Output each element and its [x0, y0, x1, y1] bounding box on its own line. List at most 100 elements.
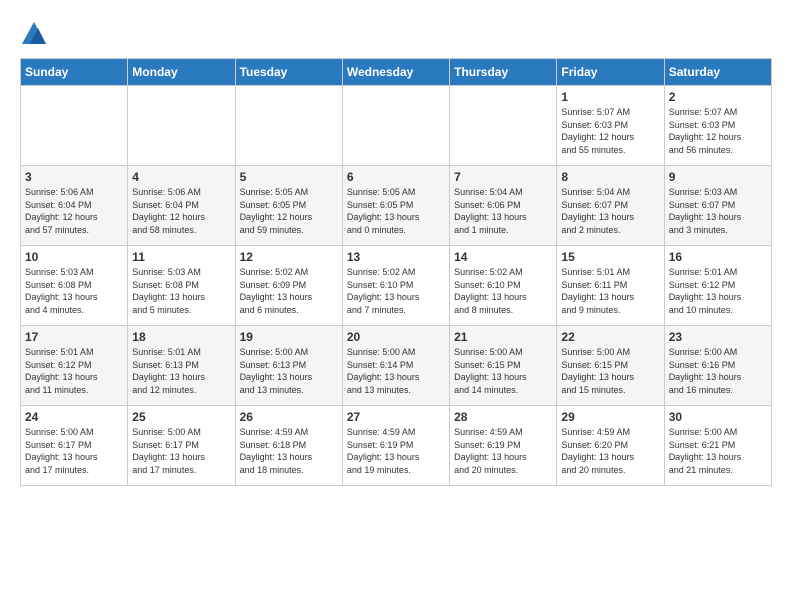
day-info: Sunrise: 5:06 AM Sunset: 6:04 PM Dayligh…	[132, 186, 230, 236]
logo	[20, 20, 52, 48]
day-info: Sunrise: 5:01 AM Sunset: 6:12 PM Dayligh…	[669, 266, 767, 316]
day-info: Sunrise: 5:00 AM Sunset: 6:13 PM Dayligh…	[240, 346, 338, 396]
day-info: Sunrise: 5:02 AM Sunset: 6:09 PM Dayligh…	[240, 266, 338, 316]
day-info: Sunrise: 4:59 AM Sunset: 6:20 PM Dayligh…	[561, 426, 659, 476]
day-number: 5	[240, 170, 338, 184]
header-tuesday: Tuesday	[235, 59, 342, 86]
day-number: 30	[669, 410, 767, 424]
calendar-cell: 21 Sunrise: 5:00 AM Sunset: 6:15 PM Dayli…	[450, 326, 557, 406]
calendar-cell: 10 Sunrise: 5:03 AM Sunset: 6:08 PM Dayli…	[21, 246, 128, 326]
header-wednesday: Wednesday	[342, 59, 449, 86]
calendar-cell	[342, 86, 449, 166]
calendar-cell: 25 Sunrise: 5:00 AM Sunset: 6:17 PM Dayli…	[128, 406, 235, 486]
day-info: Sunrise: 5:00 AM Sunset: 6:17 PM Dayligh…	[25, 426, 123, 476]
calendar-cell: 28 Sunrise: 4:59 AM Sunset: 6:19 PM Dayli…	[450, 406, 557, 486]
day-number: 2	[669, 90, 767, 104]
day-info: Sunrise: 5:04 AM Sunset: 6:06 PM Dayligh…	[454, 186, 552, 236]
day-info: Sunrise: 5:00 AM Sunset: 6:21 PM Dayligh…	[669, 426, 767, 476]
calendar-cell: 22 Sunrise: 5:00 AM Sunset: 6:15 PM Dayli…	[557, 326, 664, 406]
day-number: 24	[25, 410, 123, 424]
header-saturday: Saturday	[664, 59, 771, 86]
calendar-cell: 8 Sunrise: 5:04 AM Sunset: 6:07 PM Daylig…	[557, 166, 664, 246]
day-number: 18	[132, 330, 230, 344]
day-info: Sunrise: 5:00 AM Sunset: 6:15 PM Dayligh…	[561, 346, 659, 396]
day-number: 9	[669, 170, 767, 184]
day-info: Sunrise: 5:00 AM Sunset: 6:15 PM Dayligh…	[454, 346, 552, 396]
day-number: 8	[561, 170, 659, 184]
day-info: Sunrise: 5:05 AM Sunset: 6:05 PM Dayligh…	[240, 186, 338, 236]
day-info: Sunrise: 4:59 AM Sunset: 6:19 PM Dayligh…	[347, 426, 445, 476]
day-info: Sunrise: 5:02 AM Sunset: 6:10 PM Dayligh…	[347, 266, 445, 316]
day-number: 11	[132, 250, 230, 264]
calendar-week-1: 1 Sunrise: 5:07 AM Sunset: 6:03 PM Daylig…	[21, 86, 772, 166]
day-number: 28	[454, 410, 552, 424]
day-number: 22	[561, 330, 659, 344]
calendar-cell: 14 Sunrise: 5:02 AM Sunset: 6:10 PM Dayli…	[450, 246, 557, 326]
day-number: 12	[240, 250, 338, 264]
calendar-cell: 9Sunrise: 5:03 AM Sunset: 6:07 PM Daylig…	[664, 166, 771, 246]
day-number: 19	[240, 330, 338, 344]
day-number: 20	[347, 330, 445, 344]
calendar-cell: 26 Sunrise: 4:59 AM Sunset: 6:18 PM Dayli…	[235, 406, 342, 486]
calendar-week-3: 10 Sunrise: 5:03 AM Sunset: 6:08 PM Dayli…	[21, 246, 772, 326]
day-info: Sunrise: 4:59 AM Sunset: 6:18 PM Dayligh…	[240, 426, 338, 476]
day-number: 1	[561, 90, 659, 104]
day-info: Sunrise: 5:01 AM Sunset: 6:11 PM Dayligh…	[561, 266, 659, 316]
calendar-table: SundayMondayTuesdayWednesdayThursdayFrid…	[20, 58, 772, 486]
day-info: Sunrise: 5:05 AM Sunset: 6:05 PM Dayligh…	[347, 186, 445, 236]
day-number: 16	[669, 250, 767, 264]
calendar-week-4: 17 Sunrise: 5:01 AM Sunset: 6:12 PM Dayli…	[21, 326, 772, 406]
day-info: Sunrise: 5:04 AM Sunset: 6:07 PM Dayligh…	[561, 186, 659, 236]
day-number: 27	[347, 410, 445, 424]
day-info: Sunrise: 5:03 AM Sunset: 6:08 PM Dayligh…	[25, 266, 123, 316]
calendar-cell: 6 Sunrise: 5:05 AM Sunset: 6:05 PM Daylig…	[342, 166, 449, 246]
calendar-header-row: SundayMondayTuesdayWednesdayThursdayFrid…	[21, 59, 772, 86]
day-number: 14	[454, 250, 552, 264]
day-number: 21	[454, 330, 552, 344]
calendar-week-5: 24 Sunrise: 5:00 AM Sunset: 6:17 PM Dayli…	[21, 406, 772, 486]
calendar-cell: 2 Sunrise: 5:07 AM Sunset: 6:03 PM Daylig…	[664, 86, 771, 166]
day-number: 26	[240, 410, 338, 424]
calendar-cell: 12 Sunrise: 5:02 AM Sunset: 6:09 PM Dayli…	[235, 246, 342, 326]
day-info: Sunrise: 5:02 AM Sunset: 6:10 PM Dayligh…	[454, 266, 552, 316]
day-number: 25	[132, 410, 230, 424]
header-thursday: Thursday	[450, 59, 557, 86]
day-info: Sunrise: 4:59 AM Sunset: 6:19 PM Dayligh…	[454, 426, 552, 476]
day-info: Sunrise: 5:00 AM Sunset: 6:17 PM Dayligh…	[132, 426, 230, 476]
calendar-cell: 27 Sunrise: 4:59 AM Sunset: 6:19 PM Dayli…	[342, 406, 449, 486]
day-number: 17	[25, 330, 123, 344]
calendar-cell: 3 Sunrise: 5:06 AM Sunset: 6:04 PM Daylig…	[21, 166, 128, 246]
day-number: 23	[669, 330, 767, 344]
day-info: Sunrise: 5:06 AM Sunset: 6:04 PM Dayligh…	[25, 186, 123, 236]
calendar-cell: 23Sunrise: 5:00 AM Sunset: 6:16 PM Dayli…	[664, 326, 771, 406]
calendar-cell: 11Sunrise: 5:03 AM Sunset: 6:08 PM Dayli…	[128, 246, 235, 326]
day-info: Sunrise: 5:00 AM Sunset: 6:14 PM Dayligh…	[347, 346, 445, 396]
day-number: 15	[561, 250, 659, 264]
calendar-week-2: 3 Sunrise: 5:06 AM Sunset: 6:04 PM Daylig…	[21, 166, 772, 246]
day-number: 13	[347, 250, 445, 264]
calendar-cell: 30 Sunrise: 5:00 AM Sunset: 6:21 PM Dayli…	[664, 406, 771, 486]
day-info: Sunrise: 5:01 AM Sunset: 6:12 PM Dayligh…	[25, 346, 123, 396]
day-info: Sunrise: 5:07 AM Sunset: 6:03 PM Dayligh…	[561, 106, 659, 156]
page-header	[20, 20, 772, 48]
calendar-cell: 20 Sunrise: 5:00 AM Sunset: 6:14 PM Dayli…	[342, 326, 449, 406]
calendar-cell: 13 Sunrise: 5:02 AM Sunset: 6:10 PM Dayli…	[342, 246, 449, 326]
calendar-cell: 7 Sunrise: 5:04 AM Sunset: 6:06 PM Daylig…	[450, 166, 557, 246]
calendar-cell	[450, 86, 557, 166]
day-number: 10	[25, 250, 123, 264]
calendar-cell	[235, 86, 342, 166]
day-number: 3	[25, 170, 123, 184]
day-number: 6	[347, 170, 445, 184]
day-info: Sunrise: 5:01 AM Sunset: 6:13 PM Dayligh…	[132, 346, 230, 396]
calendar-cell: 24 Sunrise: 5:00 AM Sunset: 6:17 PM Dayli…	[21, 406, 128, 486]
day-info: Sunrise: 5:07 AM Sunset: 6:03 PM Dayligh…	[669, 106, 767, 156]
header-monday: Monday	[128, 59, 235, 86]
calendar-cell: 19 Sunrise: 5:00 AM Sunset: 6:13 PM Dayli…	[235, 326, 342, 406]
day-number: 4	[132, 170, 230, 184]
header-friday: Friday	[557, 59, 664, 86]
calendar-cell: 29 Sunrise: 4:59 AM Sunset: 6:20 PM Dayli…	[557, 406, 664, 486]
day-number: 29	[561, 410, 659, 424]
calendar-cell: 5 Sunrise: 5:05 AM Sunset: 6:05 PM Daylig…	[235, 166, 342, 246]
day-number: 7	[454, 170, 552, 184]
calendar-cell: 17 Sunrise: 5:01 AM Sunset: 6:12 PM Dayli…	[21, 326, 128, 406]
